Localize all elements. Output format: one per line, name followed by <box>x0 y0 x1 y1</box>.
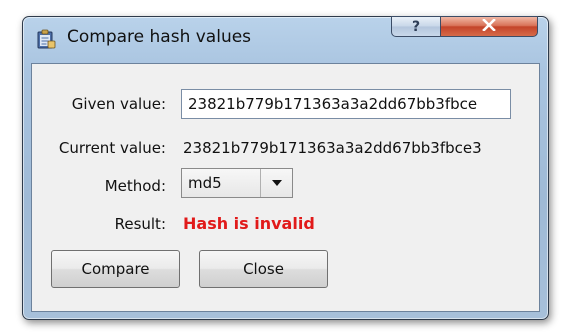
chevron-down-icon[interactable] <box>260 169 292 197</box>
close-button[interactable]: Close <box>199 250 328 288</box>
title-bar[interactable]: Compare hash values ? <box>23 16 548 61</box>
current-value-text: 23821b779b171363a3a2dd67bb3fbce3 <box>183 139 482 157</box>
given-value-label: Given value: <box>71 95 166 113</box>
given-value-input[interactable] <box>181 89 511 119</box>
method-label: Method: <box>104 177 166 195</box>
compare-hash-dialog: Compare hash values ? Given value: Curre… <box>22 16 549 320</box>
method-selected-value: md5 <box>188 174 222 192</box>
dialog-body: Given value: Current value: 23821b779b17… <box>31 63 540 312</box>
result-label: Result: <box>114 215 166 233</box>
current-value-label: Current value: <box>58 139 166 157</box>
compare-button[interactable]: Compare <box>51 250 180 288</box>
help-button[interactable]: ? <box>391 16 441 37</box>
result-status: Hash is invalid <box>183 214 315 233</box>
help-icon: ? <box>411 18 421 35</box>
screenshot-canvas: Compare hash values ? Given value: Curre… <box>0 0 572 332</box>
window-close-button[interactable] <box>440 16 538 37</box>
method-dropdown[interactable]: md5 <box>181 168 293 198</box>
close-icon <box>482 17 496 35</box>
clipboard-hash-icon <box>35 28 57 50</box>
window-title: Compare hash values <box>67 27 252 47</box>
